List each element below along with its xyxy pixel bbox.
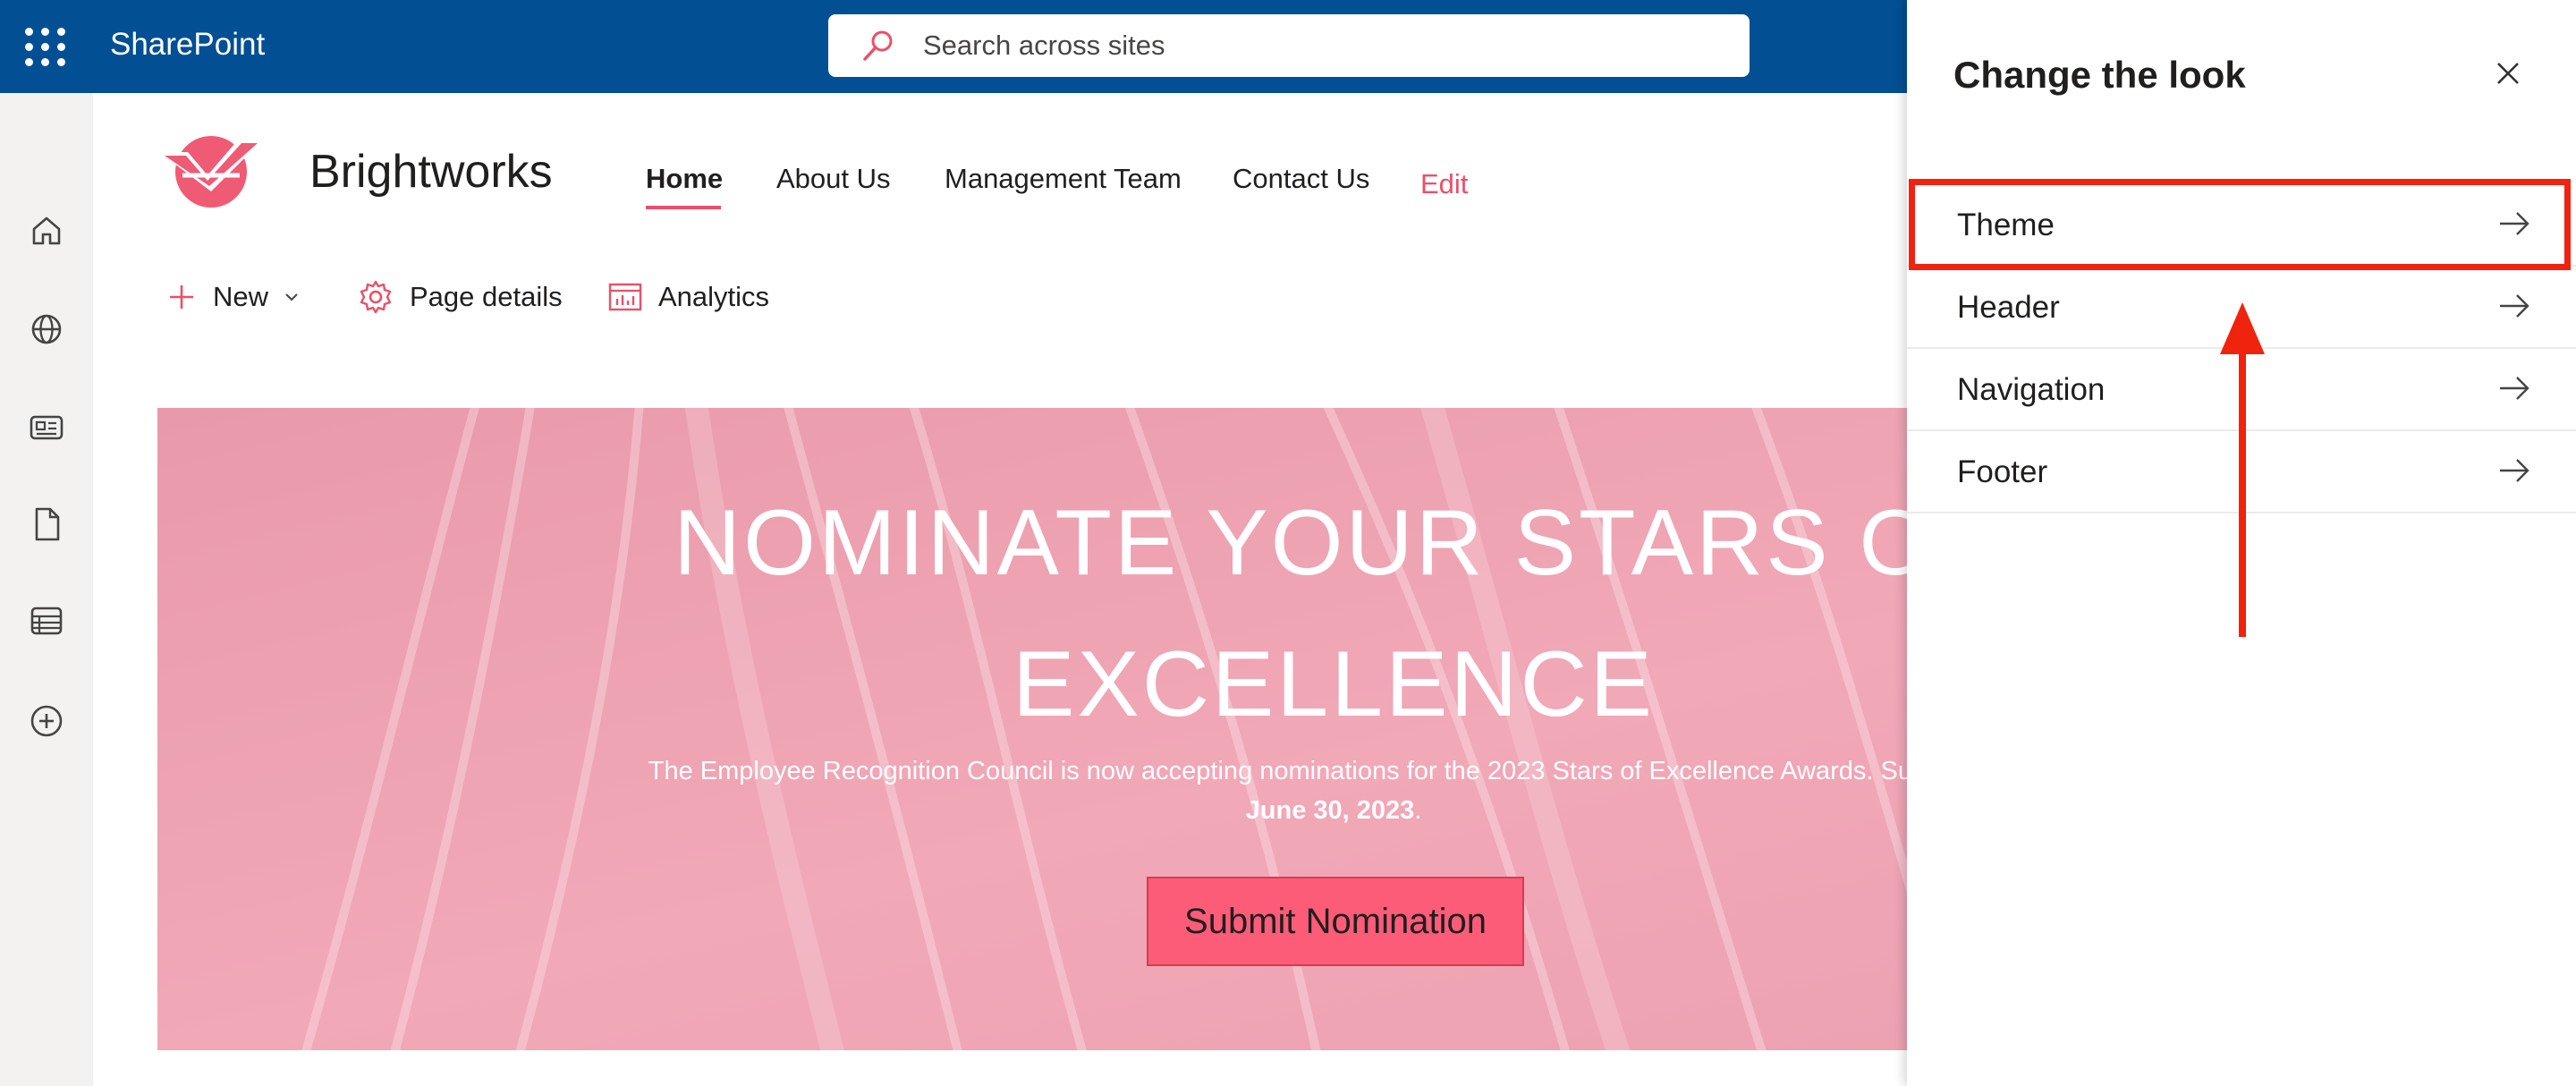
file-icon[interactable]: [25, 503, 68, 546]
gear-icon: [360, 280, 392, 314]
list-icon[interactable]: [25, 599, 68, 642]
panel-title: Change the look: [1953, 54, 2246, 96]
panel-item-label: Navigation: [1957, 372, 2106, 407]
site-title[interactable]: Brightworks: [309, 145, 553, 199]
page-details-button[interactable]: Page details: [358, 276, 563, 318]
analytics-button[interactable]: Analytics: [608, 276, 769, 318]
search-box[interactable]: [828, 14, 1750, 77]
globe-icon[interactable]: [25, 308, 68, 351]
submit-nomination-button[interactable]: Submit Nomination: [1147, 877, 1524, 966]
new-label: New: [213, 281, 269, 312]
nav-home[interactable]: Home: [646, 163, 723, 195]
app-name[interactable]: SharePoint: [110, 27, 265, 63]
arrow-right-icon: [2500, 377, 2529, 400]
nav-about-us[interactable]: About Us: [776, 163, 891, 195]
new-button[interactable]: New: [166, 276, 301, 318]
app-bar: [0, 93, 93, 1086]
app-launcher-icon[interactable]: [18, 21, 73, 72]
nav-active-indicator: [646, 206, 721, 209]
hero-deadline-date: June 30, 2023: [1245, 796, 1415, 825]
add-circle-icon[interactable]: [25, 700, 68, 742]
news-icon[interactable]: [25, 406, 68, 449]
plus-icon: [170, 285, 193, 309]
nav-management-team[interactable]: Management Team: [945, 163, 1182, 195]
home-icon[interactable]: [25, 209, 68, 252]
analytics-label: Analytics: [658, 281, 770, 312]
annotation-arrow-icon: [2220, 302, 2265, 637]
nav-contact-us[interactable]: Contact Us: [1233, 163, 1369, 195]
panel-item-label: Header: [1957, 290, 2060, 325]
search-icon: [863, 30, 893, 61]
site-logo[interactable]: [156, 129, 267, 211]
nav-edit-link[interactable]: Edit: [1420, 168, 1468, 200]
panel-item-label: Theme: [1957, 208, 2055, 242]
analytics-icon: [608, 283, 642, 311]
page-details-label: Page details: [410, 281, 563, 312]
arrow-right-icon: [2500, 459, 2529, 482]
arrow-right-icon: [2500, 212, 2529, 235]
close-icon[interactable]: [2488, 54, 2528, 93]
chevron-down-icon: [285, 293, 298, 301]
panel-item-label: Footer: [1957, 454, 2048, 489]
hero-deadline-period: .: [1414, 796, 1422, 825]
arrow-right-icon: [2500, 294, 2529, 318]
panel-item-theme[interactable]: Theme: [1907, 184, 2576, 267]
search-input[interactable]: [923, 30, 1728, 62]
